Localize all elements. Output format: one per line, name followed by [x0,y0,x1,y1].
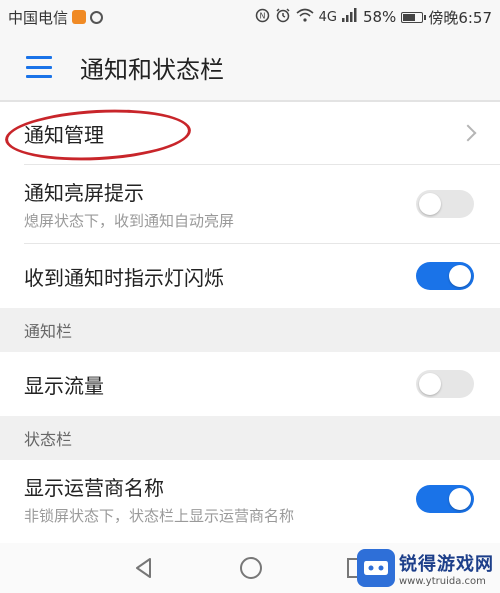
show-carrier-name-row[interactable]: 显示运营商名称 非锁屏状态下，状态栏上显示运营商名称 [0,460,500,538]
section-header-notification-bar: 通知栏 [0,308,500,352]
menu-icon[interactable] [26,56,52,78]
toggle-knob [449,265,471,287]
signal-icon [341,8,358,26]
settings-list: 通知管理 通知亮屏提示 熄屏状态下，收到通知自动亮屏 收到通知时指示灯闪烁 通知… [0,102,500,538]
alarm-icon [275,7,291,27]
nfc-icon: N [255,8,270,27]
show-traffic-row[interactable]: 显示流量 [0,352,500,416]
indicator-light-row[interactable]: 收到通知时指示灯闪烁 [0,244,500,308]
status-bar-left: 中国电信 [0,7,104,28]
home-icon[interactable] [239,556,263,580]
toggle-knob [449,488,471,510]
toggle-knob [419,373,441,395]
svg-text:N: N [259,11,265,20]
app-bar: 通知和状态栏 [0,34,500,102]
battery-icon [401,11,427,23]
notification-management-row[interactable]: 通知管理 [0,102,500,165]
watermark-title: 锐得游戏网 [399,553,494,575]
show-carrier-name-toggle[interactable] [416,485,474,513]
watermark: 锐得游戏网 www.ytruida.com [357,545,494,591]
signal-type-label: 4G [318,9,337,25]
clock-time: 傍晚6:57 [428,8,492,27]
carrier-name: 中国电信 [8,8,69,27]
circle-app-icon [90,10,104,24]
app-notification-icon [72,10,87,24]
page-title: 通知和状态栏 [80,55,224,84]
wifi-icon [296,8,314,26]
watermark-url: www.ytruida.com [399,575,486,587]
section-header-status-bar: 状态栏 [0,416,500,460]
notification-wake-screen-row[interactable]: 通知亮屏提示 熄屏状态下，收到通知自动亮屏 [0,165,500,243]
show-traffic-toggle[interactable] [416,370,474,398]
indicator-light-toggle[interactable] [416,262,474,290]
back-icon[interactable] [133,557,155,579]
status-bar: 中国电信 N 4G 58% 傍晚6:57 [0,0,500,34]
battery-percent: 58% [362,8,397,26]
status-bar-right: N 4G 58% 傍晚6:57 [255,7,500,28]
watermark-logo-icon [357,549,395,587]
toggle-knob [419,193,441,215]
notification-wake-screen-toggle[interactable] [416,190,474,218]
notification-management-title: 通知管理 [24,122,104,147]
